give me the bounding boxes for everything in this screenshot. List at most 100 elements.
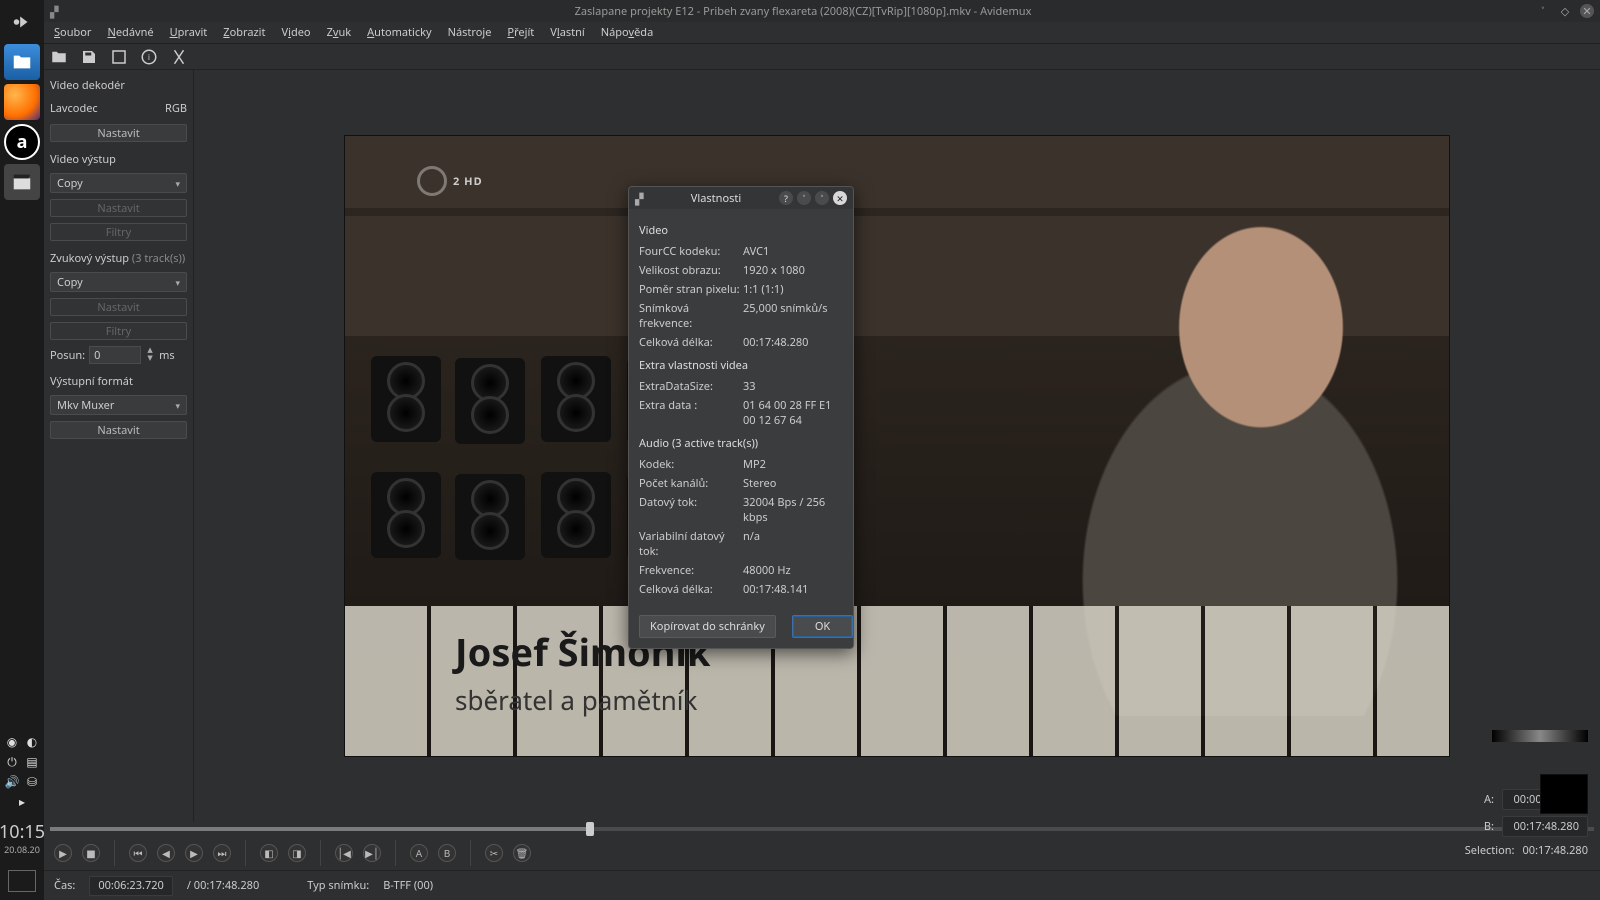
property-row: Kodek:MP2 [639,455,843,474]
caption-role: sběratel a pamětník [455,682,710,718]
open-file-icon[interactable] [50,48,68,66]
file-manager-launcher[interactable] [4,44,40,80]
property-key: Kodek: [639,455,743,474]
property-value: 32004 Bps / 256 kbps [743,493,843,527]
menu-zvuk[interactable]: Zvuk [321,22,358,43]
copy-to-clipboard-button[interactable]: Kopírovat do schránky [639,615,776,638]
statusbar: Čas: 00:06:23.720 / 00:17:48.280 Typ sní… [44,870,1600,900]
minimize-button[interactable]: ˅ [1536,4,1550,18]
set-b-button[interactable]: B [438,844,456,862]
menu-automaticky[interactable]: Automaticky [361,22,437,43]
shift-input[interactable] [89,346,141,364]
timeline[interactable] [50,822,1594,836]
dialog-close-button[interactable]: ✕ [833,191,847,205]
audio-output-title-text: Zvukový výstup [50,251,129,266]
set-a-button[interactable]: A [410,844,428,862]
menu-video[interactable]: Video [275,22,316,43]
menu-zobrazit[interactable]: Zobrazit [217,22,271,43]
menu-nastroje[interactable]: Nástroje [442,22,498,43]
output-format-configure-button[interactable]: Nastavit [50,421,187,439]
expand-tray-icon[interactable]: ▸ [15,795,29,809]
show-desktop-button[interactable] [8,870,36,892]
output-format-select[interactable]: Mkv Muxer▾ [50,395,187,415]
menu-vlastni[interactable]: Vlastní [544,22,591,43]
prev-frame-button[interactable]: ◀ [157,844,175,862]
clock-date: 20.08.20 [0,844,45,856]
window-titlebar[interactable]: ▞ Zaslapane projekty E12 - Pribeh zvany … [44,0,1600,22]
maximize-button[interactable]: ◇ [1558,4,1572,18]
calculator-icon[interactable] [170,48,188,66]
desktop-taskbar: a ◉ ◐ ⏻ ▤ 🔊 ⛁ ▸ 10:15 20.08.20 [0,0,44,900]
go-start-button[interactable]: │◀ [335,844,353,862]
dialog-help-button[interactable]: ? [779,191,793,205]
go-end-button[interactable]: ▶│ [363,844,381,862]
next-keyframe-button[interactable]: ⏭ [213,844,231,862]
info-icon[interactable]: i [140,48,158,66]
volume-tray-icon[interactable]: 🔊 [5,775,19,789]
property-value: 00:17:48.280 [743,333,843,352]
menu-nedavne[interactable]: Nedávné [101,22,159,43]
window-title: Zaslapane projekty E12 - Pribeh zvany fl… [70,4,1536,19]
dialog-titlebar[interactable]: ▞ Vlastnosti ? ˅ ˄ ✕ [629,187,853,209]
video-app-launcher[interactable] [4,164,40,200]
dialog-section-video: Video [639,223,843,238]
avidemux-launcher[interactable]: a [4,124,40,160]
rss-tray-icon[interactable]: ◉ [5,735,19,749]
toolbar: i [44,44,1600,70]
time-current[interactable]: 00:06:23.720 [89,876,172,896]
menu-upravit[interactable]: Upravit [164,22,214,43]
selection-label: Selection: [1465,843,1515,858]
stop-button[interactable]: ■ [82,844,100,862]
video-preview: 2 HD Josef Šimoník sběratel a pamětník [344,135,1450,757]
property-row: Snímková frekvence:25,000 snímků/s [639,299,843,333]
dialog-shade-down-button[interactable]: ˅ [797,191,811,205]
start-menu-button[interactable] [4,4,40,40]
taskbar-clock[interactable]: 10:15 20.08.20 [0,821,45,856]
firefox-launcher[interactable] [4,84,40,120]
dialog-shade-up-button[interactable]: ˄ [815,191,829,205]
preview-thumbnail [1540,774,1588,814]
shift-down-icon[interactable]: ▼ [145,355,155,363]
property-key: Datový tok: [639,493,743,527]
play-button[interactable]: ▶ [54,844,72,862]
decoder-configure-button[interactable]: Nastavit [50,124,187,142]
output-format-value: Mkv Muxer [57,398,114,413]
video-output-select[interactable]: Copy▾ [50,173,187,193]
next-frame-button[interactable]: ▶ [185,844,203,862]
power-tray-icon[interactable]: ⏻ [5,755,19,769]
property-value: Stereo [743,474,843,493]
app-icon: ▞ [50,5,62,17]
dialog-app-icon: ▞ [635,192,647,204]
audio-output-value: Copy [57,275,83,290]
export-icon[interactable] [110,48,128,66]
globe-tray-icon[interactable]: ◐ [25,735,39,749]
prev-black-button[interactable]: ◧ [260,844,278,862]
menu-soubor[interactable]: Soubor [48,22,97,43]
audio-output-title: Zvukový výstup (3 track(s)) [50,251,187,266]
markers-strip [1492,730,1588,742]
delete-button[interactable]: 🗑 [513,844,531,862]
property-value: 33 [743,377,843,396]
property-key: ExtraDataSize: [639,377,743,396]
channel-watermark: 2 HD [417,166,483,196]
timeline-handle[interactable] [586,822,594,836]
next-black-button[interactable]: ◨ [288,844,306,862]
close-button[interactable]: ✕ [1580,4,1594,18]
video-output-filters-button: Filtry [50,223,187,241]
menu-prejit[interactable]: Přejít [501,22,540,43]
property-value: n/a [743,527,843,561]
save-video-icon[interactable] [80,48,98,66]
property-value: 25,000 snímků/s [743,299,843,333]
audio-output-select[interactable]: Copy ▾ [50,272,187,292]
cut-button[interactable]: ✂ [485,844,503,862]
ok-button[interactable]: OK [792,615,853,638]
prev-keyframe-button[interactable]: ⏮ [129,844,147,862]
frame-type-label: Typ snímku: [307,878,369,893]
clipboard-tray-icon[interactable]: ▤ [25,755,39,769]
chevron-down-icon: ▾ [175,276,180,289]
disk-tray-icon[interactable]: ⛁ [25,775,39,789]
property-value: AVC1 [743,242,843,261]
property-key: Extra data : [639,396,743,430]
property-key: Poměr stran pixelu: [639,280,743,299]
menu-napoveda[interactable]: Nápověda [595,22,659,43]
